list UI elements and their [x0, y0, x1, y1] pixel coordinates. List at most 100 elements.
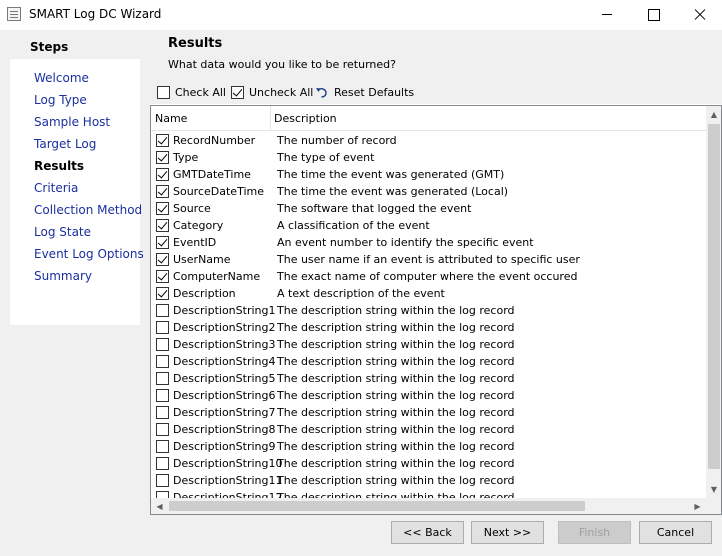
column-separator[interactable] — [270, 106, 271, 131]
row-checkbox[interactable] — [156, 406, 169, 419]
uncheck-all-button[interactable]: Uncheck All — [231, 83, 313, 101]
scroll-left-icon[interactable]: ◀ — [151, 498, 168, 514]
table-row[interactable]: DescriptionString1 The description string… — [151, 302, 706, 319]
row-checkbox[interactable] — [156, 389, 169, 402]
step-log-state[interactable]: Log State — [34, 225, 91, 239]
vertical-scroll-thumb[interactable] — [708, 124, 720, 469]
minimize-button[interactable] — [584, 0, 630, 30]
row-checkbox[interactable] — [156, 219, 169, 232]
row-description: The description string within the log re… — [277, 406, 515, 419]
table-row[interactable]: DescriptionString10 The description strin… — [151, 455, 706, 472]
row-checkbox[interactable] — [156, 151, 169, 164]
table-row[interactable]: DescriptionString5 The description string… — [151, 370, 706, 387]
table-row[interactable]: EventID An event number to identify the s… — [151, 234, 706, 251]
table-row[interactable]: DescriptionString3 The description string… — [151, 336, 706, 353]
row-description: The description string within the log re… — [277, 440, 515, 453]
row-checkbox[interactable] — [156, 491, 169, 498]
row-name: Type — [173, 151, 199, 164]
page-title: Results — [168, 36, 223, 51]
step-log-type[interactable]: Log Type — [34, 93, 87, 107]
row-checkbox[interactable] — [156, 457, 169, 470]
uncheck-all-label: Uncheck All — [249, 85, 314, 99]
finish-button: Finish — [558, 521, 631, 544]
table-row[interactable]: Category A classification of the event — [151, 217, 706, 234]
reset-defaults-button[interactable]: Reset Defaults — [315, 83, 414, 101]
table-row[interactable]: DescriptionString8 The description string… — [151, 421, 706, 438]
step-sample-host[interactable]: Sample Host — [34, 115, 110, 129]
row-checkbox[interactable] — [156, 134, 169, 147]
table-row[interactable]: GMTDateTime The time the event was genera… — [151, 166, 706, 183]
row-description: The time the event was generated (GMT) — [277, 168, 505, 181]
table-row[interactable]: DescriptionString12 The description strin… — [151, 489, 706, 498]
step-event-log-options[interactable]: Event Log Options — [34, 247, 144, 261]
step-summary[interactable]: Summary — [34, 269, 92, 283]
column-header-name[interactable]: Name — [155, 112, 187, 125]
row-name: EventID — [173, 236, 217, 249]
row-checkbox[interactable] — [156, 474, 169, 487]
row-name: ComputerName — [173, 270, 261, 283]
row-description: The type of event — [277, 151, 375, 164]
row-name: DescriptionString5 — [173, 372, 276, 385]
table-row[interactable]: DescriptionString6 The description string… — [151, 387, 706, 404]
reset-defaults-label: Reset Defaults — [334, 85, 415, 99]
row-description: An event number to identify the specific… — [277, 236, 534, 249]
row-checkbox[interactable] — [156, 236, 169, 249]
maximize-button[interactable] — [630, 0, 676, 30]
cancel-button[interactable]: Cancel — [639, 521, 712, 544]
table-row[interactable]: DescriptionString7 The description string… — [151, 404, 706, 421]
close-button[interactable] — [676, 0, 722, 30]
back-button[interactable]: << Back — [391, 521, 464, 544]
row-name: GMTDateTime — [173, 168, 251, 181]
row-name: DescriptionString8 — [173, 423, 276, 436]
row-checkbox[interactable] — [156, 423, 169, 436]
scroll-right-icon[interactable]: ▶ — [689, 498, 706, 514]
row-checkbox[interactable] — [156, 202, 169, 215]
table-row[interactable]: DescriptionString2 The description string… — [151, 319, 706, 336]
row-name: Source — [173, 202, 211, 215]
table-row[interactable]: Description A text description of the eve… — [151, 285, 706, 302]
horizontal-scrollbar[interactable]: ◀ ▶ — [151, 498, 706, 514]
table-row[interactable]: RecordNumber The number of record — [151, 132, 706, 149]
row-checkbox[interactable] — [156, 168, 169, 181]
row-checkbox[interactable] — [156, 270, 169, 283]
row-checkbox[interactable] — [156, 253, 169, 266]
table-row[interactable]: DescriptionString4 The description string… — [151, 353, 706, 370]
row-name: DescriptionString6 — [173, 389, 276, 402]
scroll-down-icon[interactable]: ▼ — [706, 481, 721, 498]
next-button[interactable]: Next >> — [471, 521, 544, 544]
horizontal-scroll-thumb[interactable] — [169, 501, 585, 511]
vertical-scrollbar[interactable]: ▲ ▼ — [706, 106, 721, 498]
table-row[interactable]: UserName The user name if an event is att… — [151, 251, 706, 268]
check-all-button[interactable]: Check All — [157, 83, 226, 101]
row-checkbox[interactable] — [156, 321, 169, 334]
step-results: Results — [34, 159, 85, 173]
page-subtitle: What data would you like to be returned? — [168, 58, 396, 71]
row-name: DescriptionString1 — [173, 304, 276, 317]
table-row[interactable]: SourceDateTime The time the event was gen… — [151, 183, 706, 200]
column-header-description[interactable]: Description — [274, 112, 337, 125]
row-checkbox[interactable] — [156, 287, 169, 300]
row-description: The description string within the log re… — [277, 389, 515, 402]
table-row[interactable]: DescriptionString11 The description strin… — [151, 472, 706, 489]
toolbar: Check All Uncheck All Reset Defaults — [150, 80, 722, 104]
table-row[interactable]: ComputerName The exact name of computer w… — [151, 268, 706, 285]
row-checkbox[interactable] — [156, 338, 169, 351]
row-checkbox[interactable] — [156, 185, 169, 198]
row-description: The description string within the log re… — [277, 423, 515, 436]
step-welcome[interactable]: Welcome — [34, 71, 89, 85]
row-checkbox[interactable] — [156, 440, 169, 453]
scroll-up-icon[interactable]: ▲ — [706, 106, 721, 123]
step-target-log[interactable]: Target Log — [34, 137, 96, 151]
results-list: Name Description RecordNumber The number … — [150, 105, 722, 515]
steps-list: Welcome Log Type Sample Host Target Log … — [10, 59, 144, 325]
row-checkbox[interactable] — [156, 355, 169, 368]
row-checkbox[interactable] — [156, 304, 169, 317]
table-row[interactable]: DescriptionString9 The description string… — [151, 438, 706, 455]
step-collection-method[interactable]: Collection Method — [34, 203, 142, 217]
table-row[interactable]: Type The type of event — [151, 149, 706, 166]
step-criteria[interactable]: Criteria — [34, 181, 78, 195]
row-checkbox[interactable] — [156, 372, 169, 385]
row-description: The description string within the log re… — [277, 355, 515, 368]
row-name: DescriptionString3 — [173, 338, 276, 351]
table-row[interactable]: Source The software that logged the event — [151, 200, 706, 217]
